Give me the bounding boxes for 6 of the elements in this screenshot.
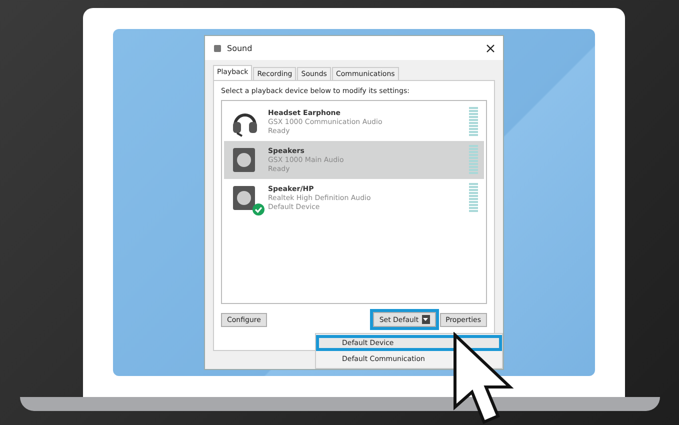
caret-icon [423, 318, 428, 321]
level-meter-icon [469, 145, 478, 175]
close-icon[interactable] [486, 44, 495, 52]
window-title: Sound [227, 44, 254, 52]
level-meter-icon [469, 107, 478, 137]
level-meter-icon [469, 183, 478, 213]
